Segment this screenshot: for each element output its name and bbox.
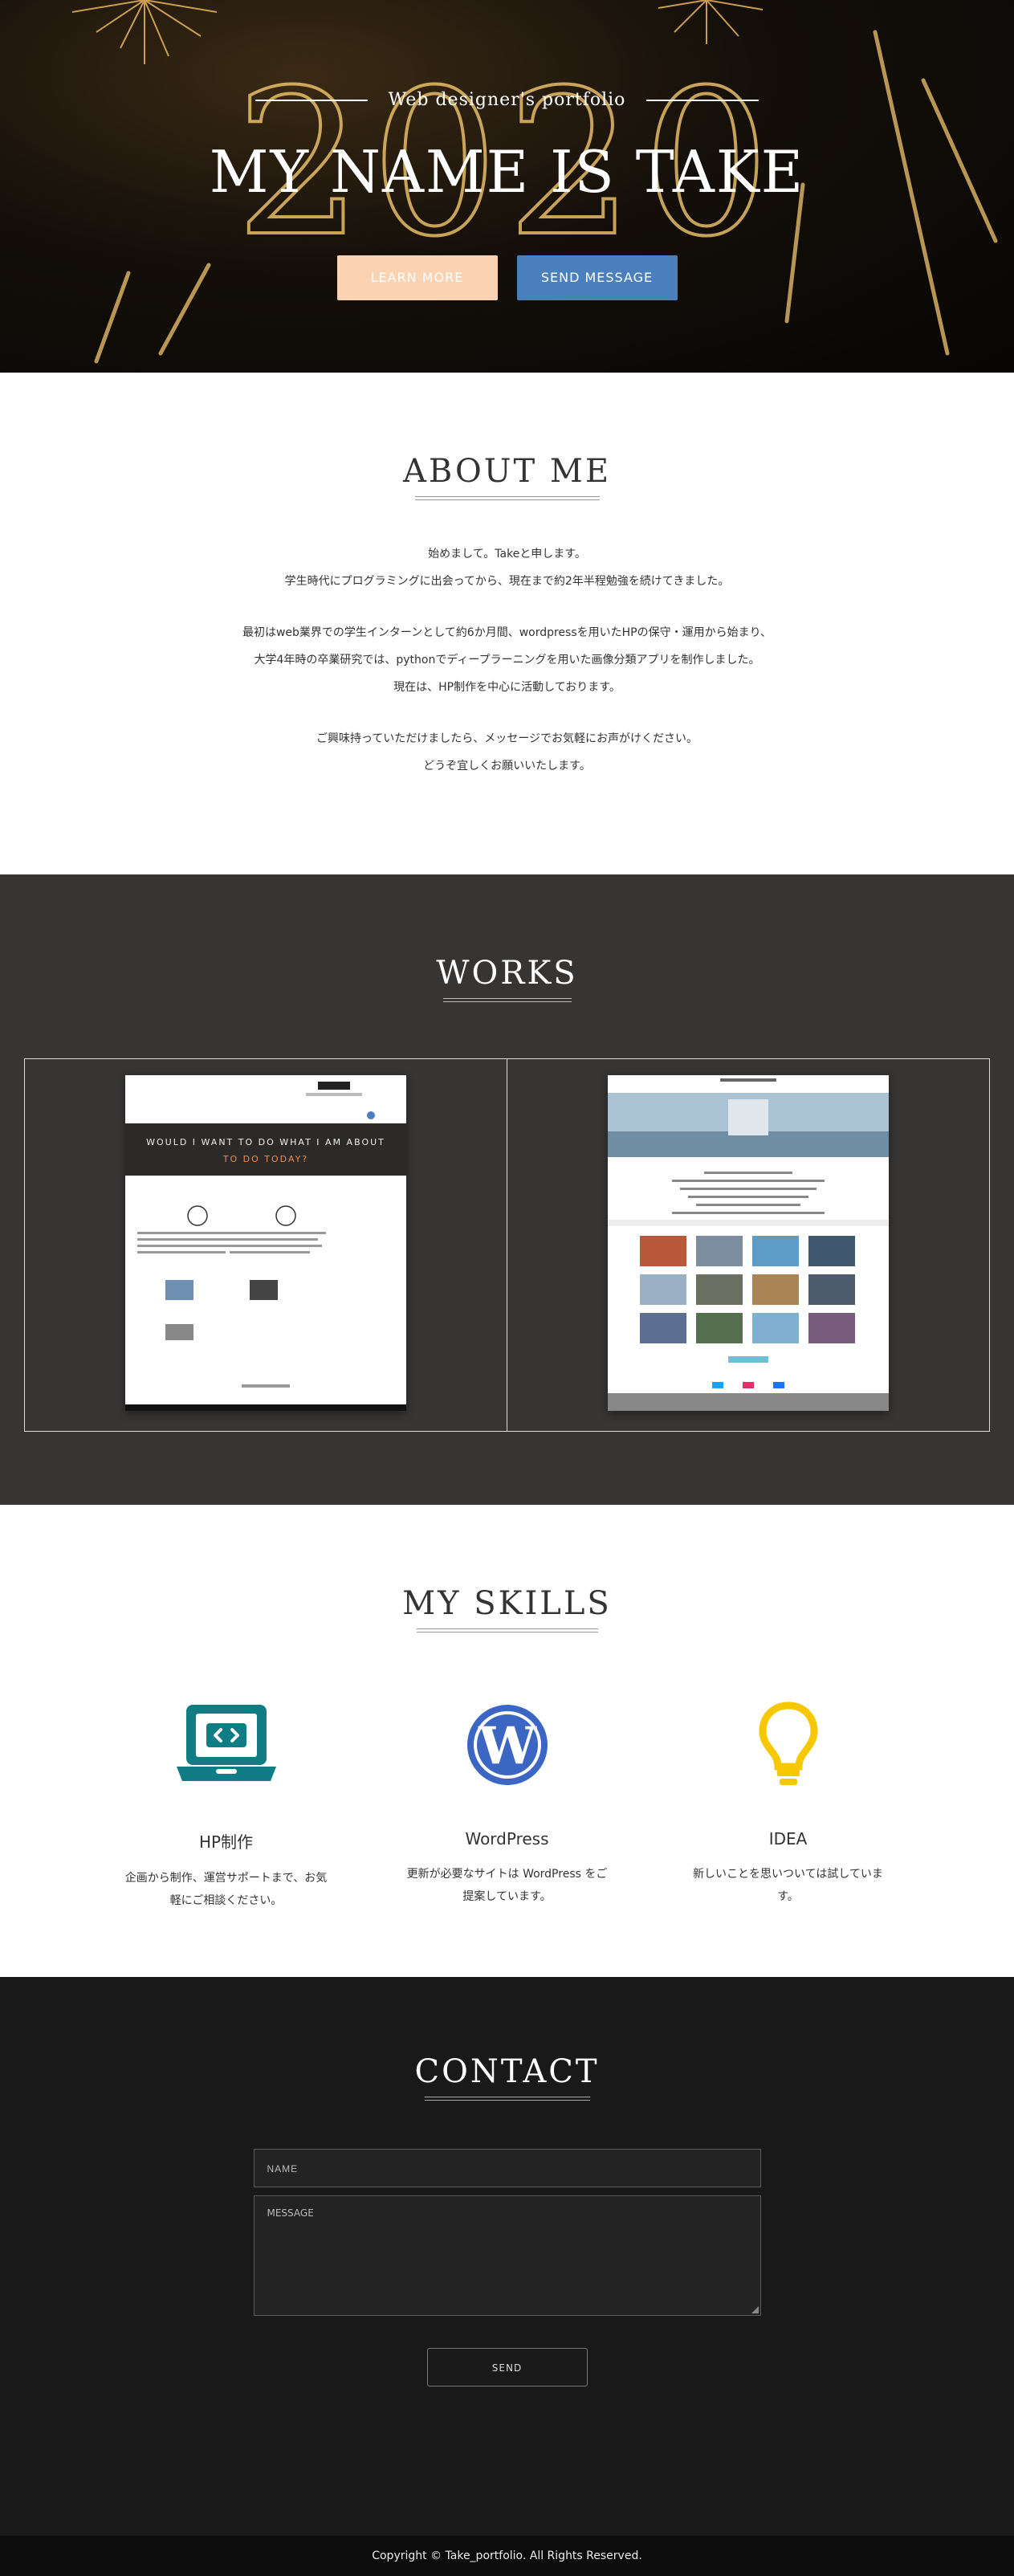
work-1-banner-line-2: TO DO TODAY? [222,1154,308,1164]
about-title-underline [414,496,600,500]
contact-title-underline [424,2097,590,2101]
copyright-text: Copyright © Take_portfolio. All Rights R… [372,2550,642,2562]
wordpress-icon: W [387,1701,628,1797]
skill-description: 企画から制作、運営サポートまで、お気軽にご相談ください。 [124,1872,328,1907]
skills-title: MY SKILLS [402,1585,612,1622]
skill-description: 更新が必要なサイトは WordPress をご提案しています。 [406,1868,608,1903]
hero-title: MY NAME IS TAKE [209,138,805,206]
about-line: どうぞ宜しくお願いいたします。 [423,760,591,772]
name-input[interactable]: NAME [253,2149,761,2187]
lightbulb-icon [668,1701,909,1797]
contact-section: CONTACT NAME MESSAGE SEND [0,1977,1014,2536]
work-1-banner-line-1: WOULD I WANT TO DO WHAT I AM ABOUT [146,1137,385,1147]
subtitle-line-left [255,99,368,101]
message-placeholder: MESSAGE [267,2207,314,2219]
about-section: ABOUT ME 始めまして。Takeと申します。 学生時代にプログラミングに出… [0,373,1014,874]
learn-more-button[interactable]: LEARN MORE [336,255,498,300]
send-message-button[interactable]: SEND MESSAGE [516,255,678,300]
about-line: 学生時代にプログラミングに出会ってから、現在まで約2年半程勉強を続けてきました。 [284,575,730,588]
works-section: WORKS WOULD I WANT TO DO WHAT I AM ABOUT… [0,874,1014,1505]
subtitle-line-right [646,99,759,101]
skills-title-underline [416,1628,598,1632]
about-line: ご興味持っていただけましたら、メッセージでお気軽にお声がけください。 [316,732,698,745]
skill-name: IDEA [768,1829,808,1848]
contact-form: NAME MESSAGE SEND [253,2149,761,2386]
skill-hp-production: HP制作 企画から制作、運営サポートまで、お気軽にご相談ください。 [106,1701,347,1912]
hero-subtitle: Web designer's portfolio [388,90,626,110]
about-line: 大学4年時の卒業研究では、pythonでディープラーニングを用いた画像分類アプリ… [254,654,760,666]
skill-name: HP制作 [198,1832,254,1852]
work-thumbnail-1[interactable]: WOULD I WANT TO DO WHAT I AM ABOUT TO DO… [125,1075,406,1411]
send-button[interactable]: SEND [426,2348,588,2386]
works-grid: WOULD I WANT TO DO WHAT I AM ABOUT TO DO… [24,1058,990,1432]
work-card-2[interactable] [507,1059,989,1431]
work-thumbnail-2[interactable] [608,1075,889,1411]
skill-wordpress: W WordPress 更新が必要なサイトは WordPress をご提案してい… [387,1701,628,1912]
contact-title: CONTACT [414,2053,600,2090]
skill-idea: IDEA 新しいことを思いついては試しています。 [668,1701,909,1912]
hero-section: 2020 Web designer's portfolio MY NAME IS… [0,0,1014,373]
about-text: 始めまして。Takeと申します。 学生時代にプログラミングに出会ってから、現在ま… [0,540,1014,780]
footer: Copyright © Take_portfolio. All Rights R… [0,2536,1014,2576]
skill-name: WordPress [465,1829,549,1848]
skill-description: 新しいことを思いついては試しています。 [693,1868,883,1903]
about-title: ABOUT ME [402,453,612,490]
about-line: 現在は、HP制作を中心に活動しております。 [393,681,621,694]
laptop-code-icon [106,1701,347,1797]
works-title-underline [442,998,572,1002]
works-title: WORKS [436,955,578,992]
about-line: 最初はweb業界での学生インターンとして約6か月間、wordpressを用いたH… [242,626,772,639]
svg-text:W: W [478,1716,537,1776]
work-card-1[interactable]: WOULD I WANT TO DO WHAT I AM ABOUT TO DO… [25,1059,507,1431]
skills-section: MY SKILLS HP制作 企画から制作、運営サポートまで、お気軽にご相談くだ… [0,1505,1014,1977]
resize-handle-icon[interactable] [751,2306,759,2313]
about-line: 始めまして。Takeと申します。 [428,548,586,560]
message-textarea[interactable]: MESSAGE [253,2195,761,2316]
